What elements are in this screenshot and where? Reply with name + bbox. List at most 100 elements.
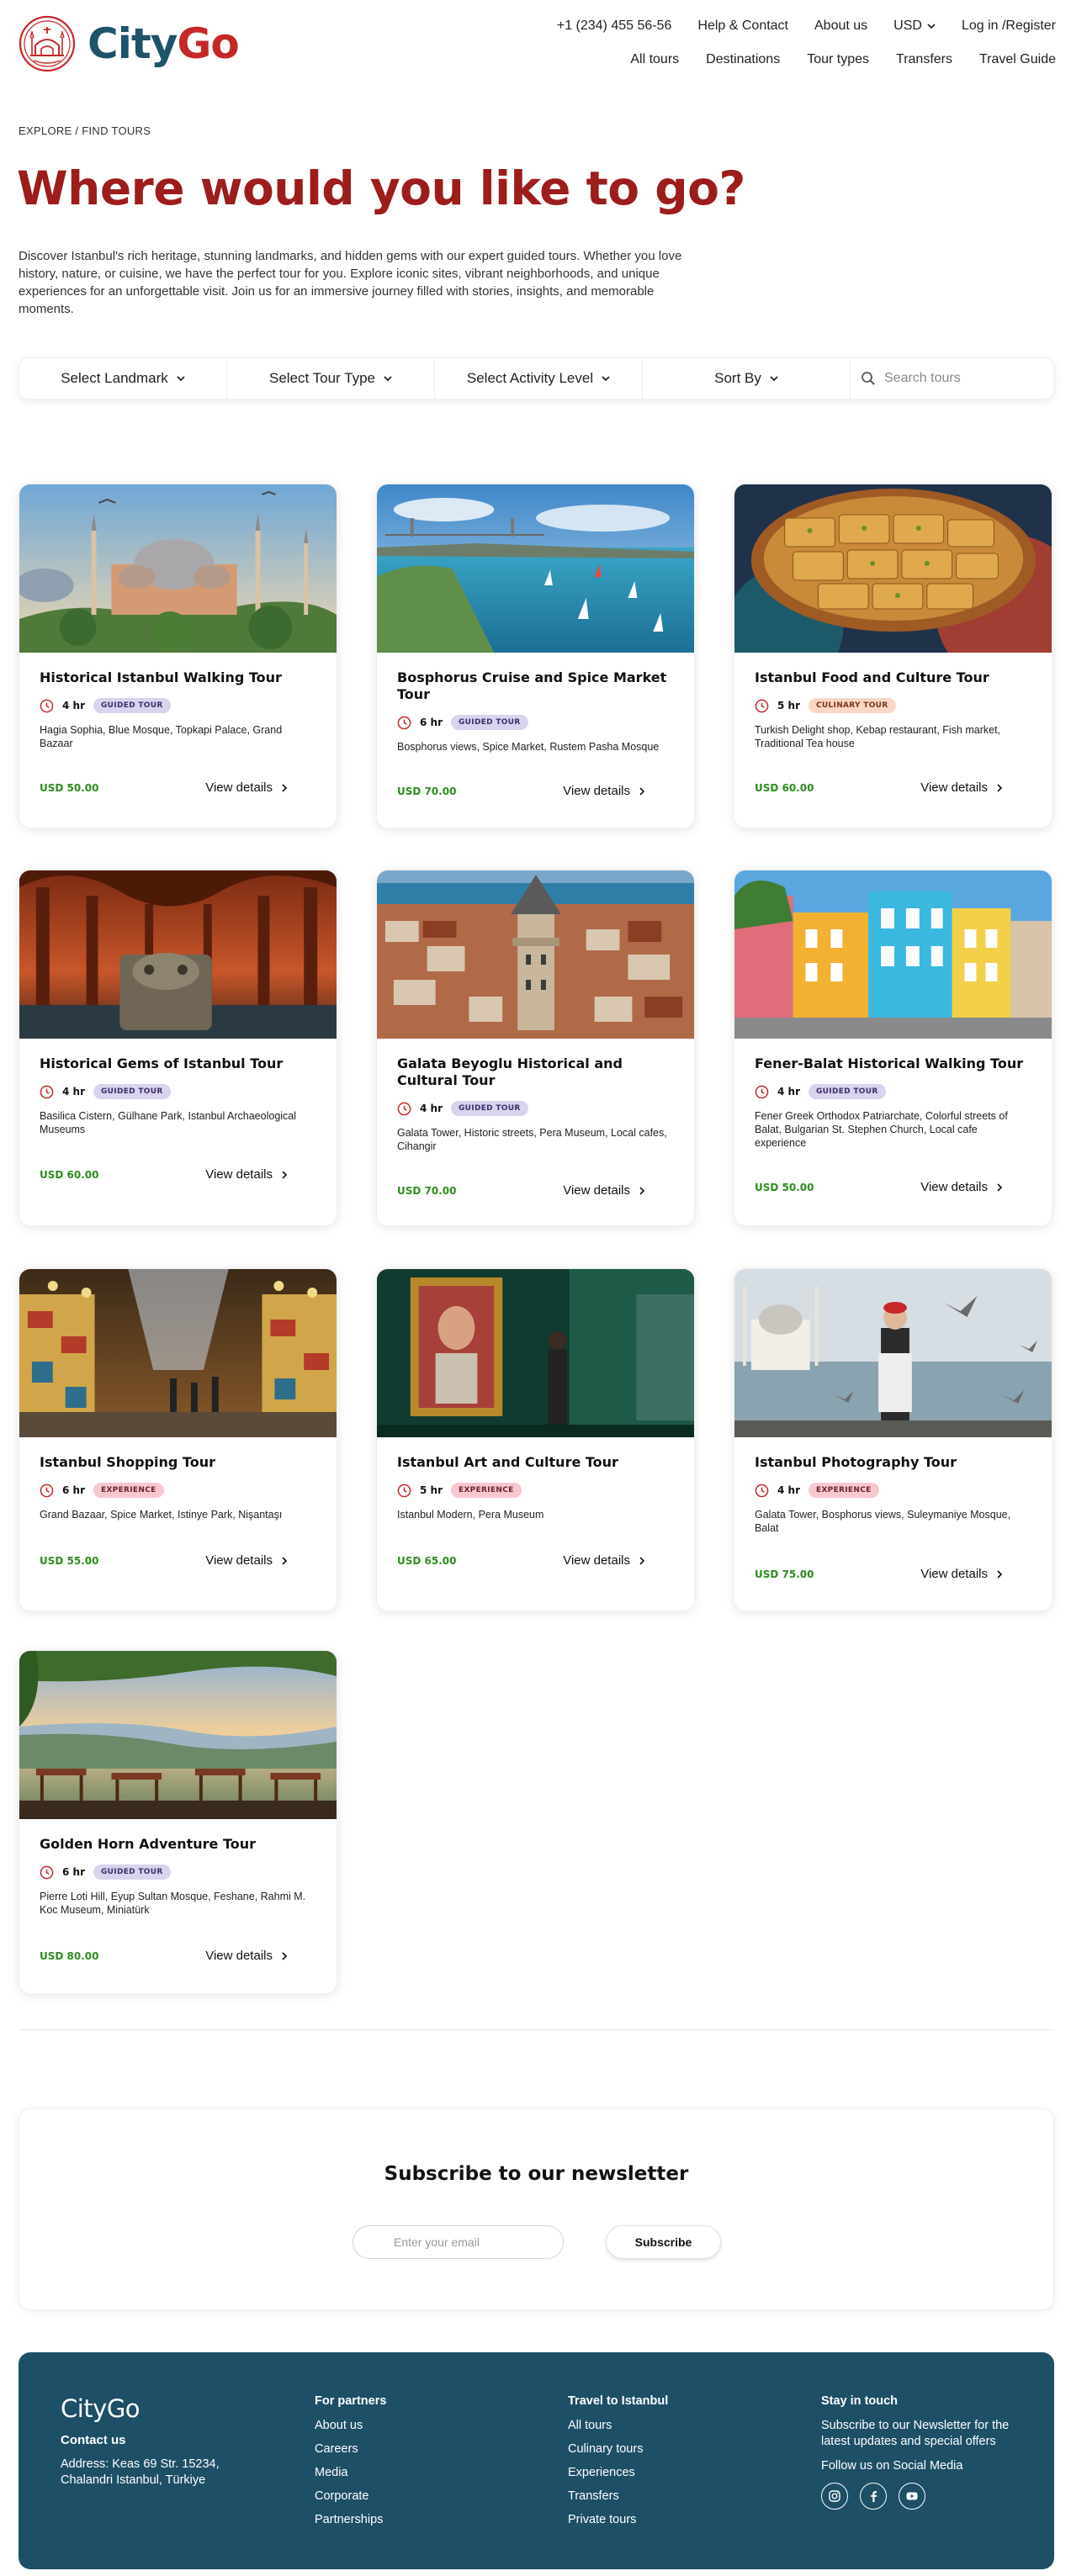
footer-link-media[interactable]: Media — [315, 2465, 386, 2481]
tour-price: USD 70.00 — [397, 785, 457, 797]
newsletter-email-input[interactable] — [353, 2225, 564, 2259]
tour-image-bosphorus — [377, 484, 694, 653]
tour-card[interactable]: Historical Gems of Istanbul Tour 4 hr GU… — [19, 870, 337, 1226]
login-register-link[interactable]: Log in /Register — [962, 19, 1056, 34]
nav-all-tours[interactable]: All tours — [630, 52, 679, 67]
nav-destinations[interactable]: Destinations — [706, 52, 780, 67]
tour-title[interactable]: Istanbul Shopping Tour — [40, 1454, 316, 1471]
footer-link-partnerships[interactable]: Partnerships — [315, 2512, 386, 2528]
footer-link-careers[interactable]: Careers — [315, 2441, 386, 2457]
nav-travel-guide[interactable]: Travel Guide — [979, 52, 1056, 67]
tour-title[interactable]: Istanbul Photography Tour — [755, 1454, 1031, 1471]
tour-card[interactable]: Fener-Balat Historical Walking Tour 4 hr… — [734, 870, 1052, 1226]
footer-link-about-us[interactable]: About us — [315, 2418, 386, 2434]
chevron-right-icon — [639, 1556, 645, 1565]
card-footer: USD 60.00 View details — [755, 780, 1031, 795]
tour-meta: 4 hr GUIDED TOUR — [40, 1084, 316, 1099]
youtube-icon[interactable] — [899, 2483, 925, 2510]
tour-card[interactable]: Istanbul Food and Culture Tour 5 hr CULI… — [734, 484, 1052, 828]
tour-card[interactable]: Golden Horn Adventure Tour 6 hr GUIDED T… — [19, 1650, 337, 1994]
chevron-right-icon — [997, 783, 1003, 792]
view-details-link[interactable]: View details — [563, 1553, 645, 1568]
subscribe-button[interactable]: Subscribe — [606, 2225, 721, 2259]
currency-selector[interactable]: USD — [893, 19, 936, 34]
page-description: Discover Istanbul's rich heritage, stunn… — [19, 249, 682, 316]
tour-card[interactable]: Istanbul Shopping Tour 6 hr EXPERIENCE G… — [19, 1268, 337, 1611]
tour-duration: 5 hr — [420, 1484, 443, 1496]
card-body: Istanbul Shopping Tour 6 hr EXPERIENCE G… — [19, 1437, 337, 1521]
page-title: Where would you like to go? — [17, 161, 745, 215]
tour-title[interactable]: Istanbul Art and Culture Tour — [397, 1454, 674, 1471]
tour-meta: 4 hr EXPERIENCE — [755, 1483, 1031, 1498]
tour-card[interactable]: Bosphorus Cruise and Spice Market Tour 6… — [376, 484, 695, 828]
search-input[interactable] — [884, 371, 1036, 386]
view-details-label: View details — [563, 1183, 630, 1198]
tour-card[interactable]: Istanbul Art and Culture Tour 5 hr EXPER… — [376, 1268, 695, 1611]
sort-by-filter[interactable]: Sort By — [643, 358, 851, 399]
view-details-link[interactable]: View details — [205, 1949, 288, 1963]
footer-stay-column: Stay in touch Subscribe to our Newslette… — [821, 2394, 1023, 2510]
footer-partners-heading: For partners — [315, 2394, 387, 2408]
tour-places: Turkish Delight shop, Kebap restaurant, … — [755, 724, 1001, 749]
view-details-link[interactable]: View details — [205, 1167, 288, 1182]
tour-title[interactable]: Golden Horn Adventure Tour — [40, 1836, 316, 1853]
footer-link-culinary-tours[interactable]: Culinary tours — [568, 2441, 668, 2457]
tour-type-filter[interactable]: Select Tour Type — [227, 358, 435, 399]
view-details-label: View details — [205, 780, 273, 795]
breadcrumb[interactable]: EXPLORE / FIND TOURS — [19, 124, 151, 137]
view-details-link[interactable]: View details — [205, 780, 288, 795]
tour-title[interactable]: Historical Gems of Istanbul Tour — [40, 1055, 316, 1072]
tour-type-badge: EXPERIENCE — [809, 1483, 879, 1498]
help-contact-link[interactable]: Help & Contact — [697, 19, 788, 34]
logo[interactable]: CityGo — [19, 15, 240, 72]
view-details-link[interactable]: View details — [563, 784, 645, 798]
tour-meta: 4 hr GUIDED TOUR — [755, 1084, 1031, 1099]
chevron-down-icon — [770, 376, 778, 382]
view-details-link[interactable]: View details — [205, 1553, 288, 1568]
card-footer: USD 55.00 View details — [40, 1553, 316, 1568]
tour-title[interactable]: Bosphorus Cruise and Spice Market Tour — [397, 669, 674, 703]
landmark-filter[interactable]: Select Landmark — [19, 358, 227, 399]
tour-places: Bosphorus views, Spice Market, Rustem Pa… — [397, 741, 660, 753]
newsletter-title: Subscribe to our newsletter — [384, 2163, 689, 2185]
tour-places: Galata Tower, Historic streets, Pera Mus… — [397, 1127, 667, 1152]
tour-places: Fener Greek Orthodox Patriarchate, Color… — [755, 1110, 1008, 1149]
about-us-link[interactable]: About us — [814, 19, 867, 34]
footer-link-experiences[interactable]: Experiences — [568, 2465, 668, 2481]
nav-transfers[interactable]: Transfers — [896, 52, 952, 67]
view-details-link[interactable]: View details — [920, 780, 1003, 795]
activity-level-filter[interactable]: Select Activity Level — [435, 358, 643, 399]
tour-title[interactable]: Fener-Balat Historical Walking Tour — [755, 1055, 1031, 1072]
site-header: CityGo +1 (234) 455 56-56 Help & Contact… — [0, 0, 1071, 101]
tour-places: Hagia Sophia, Blue Mosque, Topkapi Palac… — [40, 724, 283, 749]
clock-icon — [40, 1865, 54, 1879]
tour-title[interactable]: Historical Istanbul Walking Tour — [40, 669, 316, 686]
footer-link-transfers[interactable]: Transfers — [568, 2489, 668, 2505]
tour-duration: 6 hr — [420, 717, 443, 728]
tour-places: Basilica Cistern, Gülhane Park, Istanbul… — [40, 1110, 297, 1135]
footer-link-corporate[interactable]: Corporate — [315, 2489, 386, 2505]
nav-tour-types[interactable]: Tour types — [807, 52, 869, 67]
tour-price: USD 55.00 — [40, 1554, 99, 1567]
tour-card[interactable]: Istanbul Photography Tour 4 hr EXPERIENC… — [734, 1268, 1052, 1611]
tour-price: USD 80.00 — [40, 1949, 99, 1962]
footer-link-private-tours[interactable]: Private tours — [568, 2512, 668, 2528]
tour-places: Istanbul Modern, Pera Museum — [397, 1509, 544, 1521]
view-details-link[interactable]: View details — [563, 1183, 645, 1198]
footer-logo[interactable]: CityGo — [61, 2394, 141, 2423]
tour-card[interactable]: Galata Beyoglu Historical and Cultural T… — [376, 870, 695, 1226]
tour-title[interactable]: Istanbul Food and Culture Tour — [755, 669, 1031, 686]
footer-link-all-tours[interactable]: All tours — [568, 2418, 668, 2434]
tour-image-galata-tower — [377, 870, 694, 1039]
tour-card[interactable]: Historical Istanbul Walking Tour 4 hr GU… — [19, 484, 337, 828]
brand-name-suffix: Go — [177, 19, 239, 68]
tour-image-ortakoy-seagulls — [734, 1269, 1052, 1437]
phone-link[interactable]: +1 (234) 455 56-56 — [557, 19, 672, 34]
tour-type-badge: GUIDED TOUR — [93, 1865, 171, 1880]
view-details-link[interactable]: View details — [920, 1180, 1003, 1194]
view-details-link[interactable]: View details — [920, 1567, 1003, 1581]
clock-icon — [397, 716, 411, 729]
instagram-icon[interactable] — [821, 2483, 848, 2510]
tour-title[interactable]: Galata Beyoglu Historical and Cultural T… — [397, 1055, 674, 1089]
facebook-icon[interactable] — [860, 2483, 887, 2510]
